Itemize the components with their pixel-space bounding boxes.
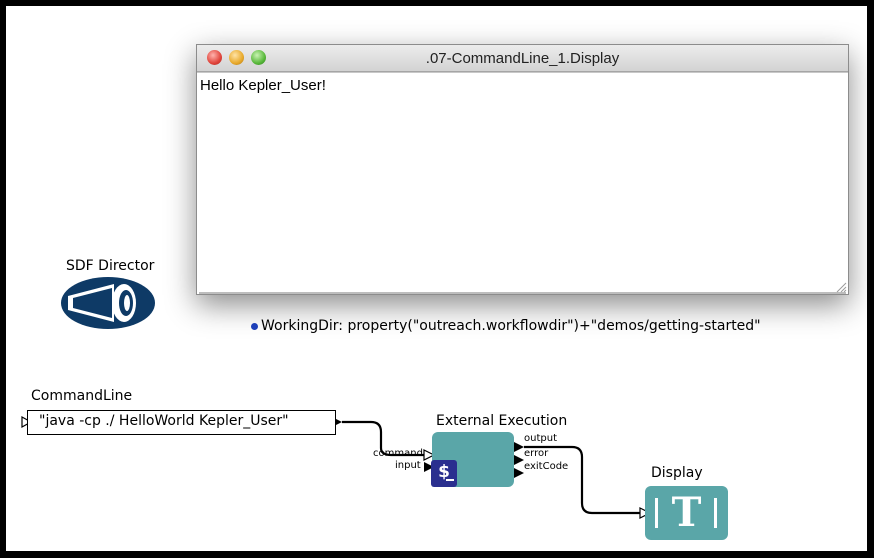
display-content[interactable]: Hello Kepler_User! <box>197 72 848 294</box>
external-execution-label: External Execution <box>436 413 568 429</box>
display-actor[interactable]: T <box>645 486 728 540</box>
sdf-director[interactable] <box>60 276 156 330</box>
input-port-label: input <box>395 460 421 471</box>
window-titlebar[interactable]: .07-CommandLine_1.Display <box>197 45 848 72</box>
resize-grip-icon[interactable] <box>835 281 847 293</box>
display-bar-right <box>714 498 717 528</box>
display-text[interactable]: Hello Kepler_User! <box>200 77 844 290</box>
output-port-label: output <box>524 433 557 444</box>
window-title: .07-CommandLine_1.Display <box>425 50 620 67</box>
working-dir-parameter[interactable]: WorkingDir: property("outreach.workflowd… <box>251 318 761 334</box>
exitcode-port-label: exitCode <box>524 461 569 472</box>
display-actor-label: Display <box>651 465 703 481</box>
terminal-dollar-icon: $ <box>431 460 457 487</box>
commandline-label: CommandLine <box>31 388 133 404</box>
horizontal-scrollbar[interactable] <box>199 292 846 294</box>
parameter-dot-icon <box>251 322 258 330</box>
working-dir-text: WorkingDir: property("outreach.workflowd… <box>261 318 761 334</box>
error-port-label: error <box>524 448 549 459</box>
command-port-label: command <box>373 448 423 459</box>
display-window[interactable]: .07-CommandLine_1.Display Hello Kepler_U… <box>196 44 849 295</box>
sdf-director-label: SDF Director <box>66 258 155 274</box>
commandline-actor[interactable]: "java -cp ./ HelloWorld Kepler_User" <box>27 410 336 435</box>
